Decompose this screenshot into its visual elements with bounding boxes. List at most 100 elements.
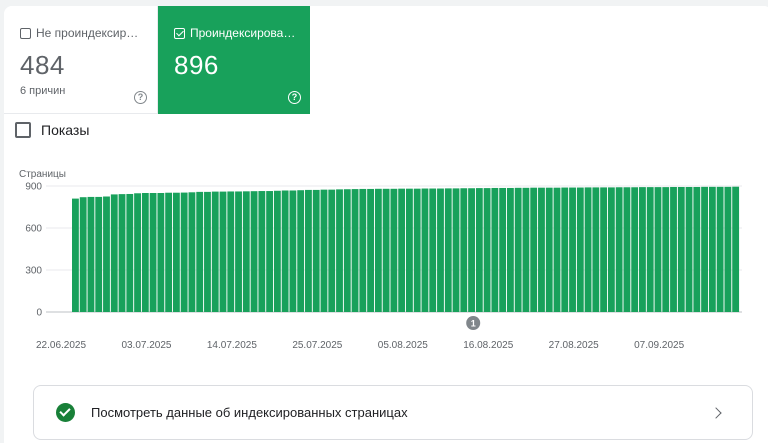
bar (561, 187, 569, 312)
y-axis-label: Страницы (19, 169, 66, 180)
chart-area: Страницы 900 600 300 0 22.06.2025 03.07.2025 14… (0, 0, 768, 443)
bar (242, 191, 250, 312)
bar (708, 186, 716, 312)
bar (639, 187, 646, 312)
bar (281, 190, 289, 312)
bar (631, 187, 639, 312)
bar (716, 186, 724, 312)
bar (211, 191, 219, 312)
bar (382, 188, 390, 312)
bar (499, 187, 507, 312)
bar (87, 196, 95, 312)
bar (273, 190, 281, 312)
bar (219, 191, 227, 312)
bar (468, 188, 475, 312)
bar (390, 188, 398, 312)
bar (693, 186, 701, 312)
bar (662, 187, 670, 312)
bar (320, 189, 328, 312)
bar (165, 192, 173, 312)
bar (367, 188, 374, 312)
x-tick-label: 27.08.2025 (549, 340, 599, 351)
bar (615, 187, 623, 312)
bar (413, 188, 421, 312)
x-tick-label: 16.08.2025 (463, 340, 513, 351)
bar (553, 187, 561, 312)
bar (343, 189, 351, 312)
bar (258, 191, 266, 312)
bar (188, 192, 196, 312)
bar (118, 194, 126, 312)
bar (172, 192, 180, 312)
bar (646, 187, 654, 312)
bar (530, 187, 538, 312)
bar (103, 196, 110, 312)
bar (149, 193, 157, 312)
bar (483, 188, 491, 312)
bar (584, 187, 592, 312)
bar (398, 188, 406, 312)
x-tick-label: 22.06.2025 (36, 340, 86, 351)
bar (227, 191, 235, 312)
bar (289, 190, 297, 312)
bar (95, 196, 103, 312)
x-tick-label: 07.09.2025 (634, 340, 684, 351)
bar (514, 187, 522, 312)
y-tick-label: 900 (25, 182, 42, 193)
bar (157, 193, 165, 312)
view-indexed-pages-button[interactable]: Посмотреть данные об индексированных стр… (33, 385, 753, 440)
bar (444, 188, 452, 312)
bar (235, 191, 242, 312)
bar (359, 188, 367, 312)
bar (607, 187, 615, 312)
bar (538, 187, 545, 312)
bar (374, 188, 382, 312)
bar (732, 186, 740, 312)
bar (180, 192, 188, 312)
x-tick-label: 05.08.2025 (378, 340, 428, 351)
bar (623, 187, 631, 312)
bar (491, 187, 499, 312)
bar (545, 187, 553, 312)
bar (600, 187, 608, 312)
bar (126, 193, 134, 312)
bar (266, 191, 274, 312)
indexed-pages-chart: Страницы 900 600 300 0 22.06.2025 03.07.2025 14… (19, 169, 742, 351)
bar (569, 187, 576, 312)
bar (196, 191, 204, 312)
bar (724, 186, 732, 312)
bar (421, 188, 429, 312)
bar (522, 187, 530, 312)
bar (685, 186, 693, 312)
x-tick-label: 25.07.2025 (292, 340, 342, 351)
bar (452, 188, 460, 312)
bar (328, 189, 336, 312)
bar (592, 187, 600, 312)
bar (134, 193, 141, 312)
bar (506, 187, 514, 312)
bar (429, 188, 437, 312)
bar (677, 186, 685, 312)
y-tick-label: 300 (25, 266, 42, 277)
bar (312, 189, 320, 312)
check-circle-icon (56, 403, 75, 422)
bar (79, 197, 87, 312)
y-tick-label: 600 (25, 224, 42, 235)
bar (351, 189, 359, 312)
bar (460, 188, 468, 312)
bar (475, 188, 483, 312)
bar (701, 186, 708, 312)
bar (72, 198, 79, 312)
bar (654, 187, 662, 312)
bar (336, 189, 343, 312)
x-tick-label: 14.07.2025 (207, 340, 257, 351)
bar (670, 186, 677, 312)
bar (437, 188, 444, 312)
bar (110, 194, 118, 312)
bar (204, 191, 211, 312)
y-tick-label: 0 (36, 308, 42, 319)
view-indexed-pages-label: Посмотреть данные об индексированных стр… (91, 405, 408, 420)
chevron-right-icon (710, 406, 722, 419)
bar (297, 190, 305, 312)
bar (250, 191, 258, 312)
